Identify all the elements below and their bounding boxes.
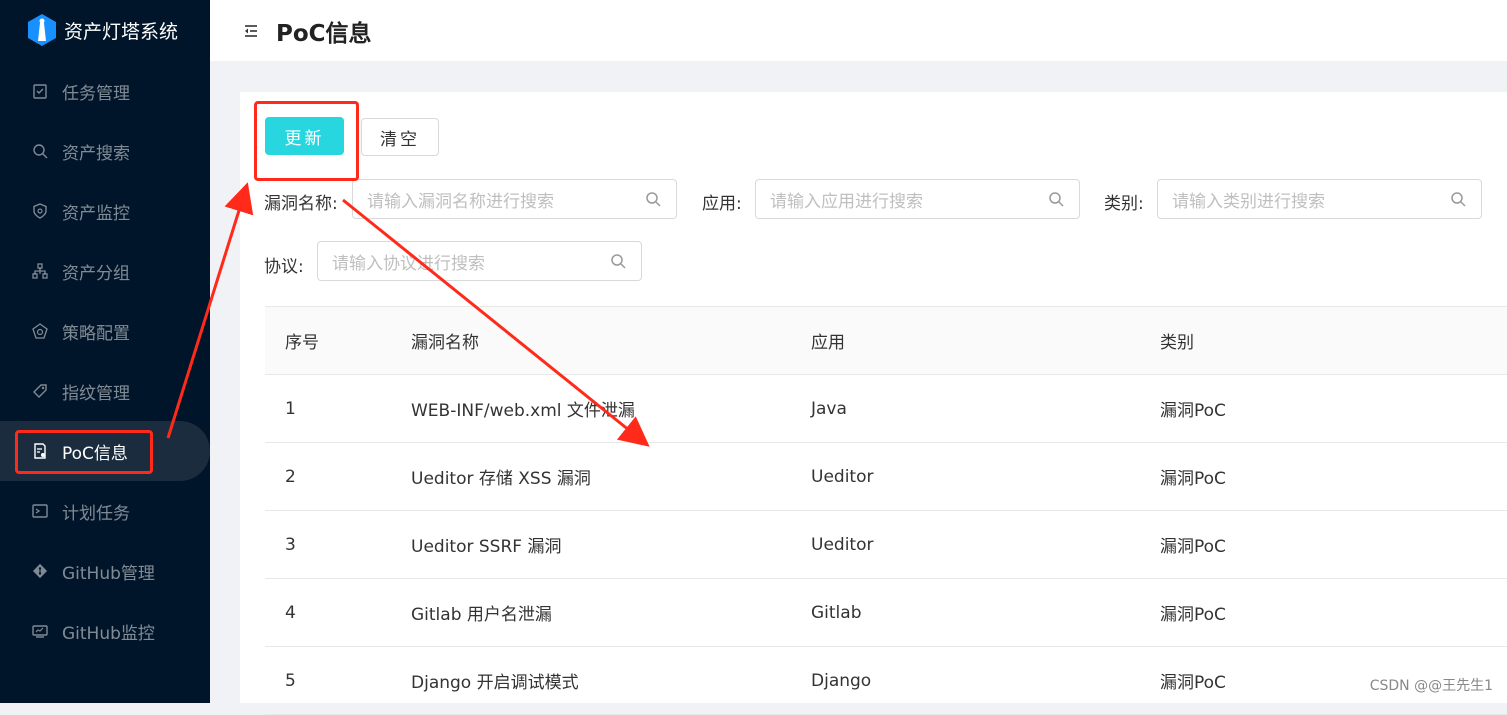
watermark: CSDN @@王先生1 [1369, 678, 1493, 694]
annotation-arrows [166, 182, 650, 447]
annotation-arrow-to-update [166, 182, 254, 439]
annotation-arrow-to-table [342, 198, 650, 447]
